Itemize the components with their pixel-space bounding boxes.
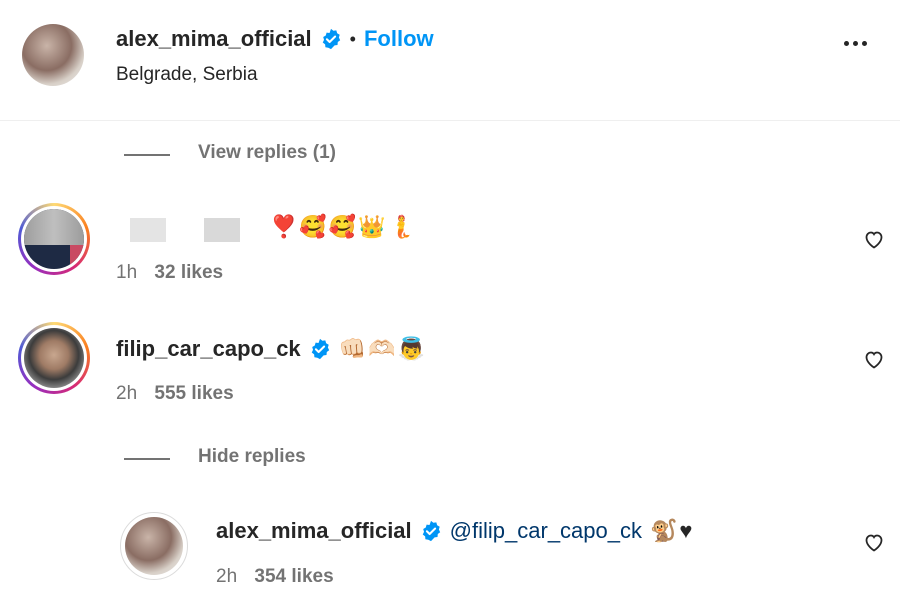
reply-username[interactable]: alex_mima_official [216,518,412,544]
reply-avatar-wrap[interactable] [120,512,188,580]
post-author-avatar[interactable] [22,24,84,86]
hide-replies-button[interactable]: Hide replies [198,446,306,468]
follow-button[interactable]: Follow [364,26,434,52]
reply-time[interactable]: 2h [216,566,237,587]
like-heart-icon[interactable] [862,530,886,554]
comment-likes[interactable]: 555 likes [154,383,233,404]
comment-likes[interactable]: 32 likes [154,262,223,283]
verified-badge-icon [311,338,329,360]
comment-time[interactable]: 1h [116,262,137,283]
more-options-icon[interactable] [844,41,867,46]
commenter-username[interactable]: filip_car_capo_ck [116,336,301,362]
like-heart-icon[interactable] [862,347,886,371]
view-replies-line [124,154,170,156]
post-location[interactable]: Belgrade, Serbia [116,64,258,86]
comment-time[interactable]: 2h [116,383,137,404]
reply-likes[interactable]: 354 likes [254,566,333,587]
redacted-username-part [204,218,240,242]
comment-text: ❣️🥰🥰👑🧜 [270,214,417,239]
like-heart-icon[interactable] [862,227,886,251]
view-replies-button[interactable]: View replies (1) [198,142,336,164]
post-author-username[interactable]: alex_mima_official [116,26,312,52]
commenter-avatar[interactable] [18,322,90,394]
comment-text: 👊🏻🫶🏻👼 [338,336,427,361]
separator-dot: • [349,28,356,49]
reply-mention-link[interactable]: @filip_car_capo_ck [450,518,642,544]
header-divider [0,120,900,121]
reply-text: 🐒♥ [650,518,695,543]
hide-replies-line [124,458,170,460]
redacted-username [130,218,166,242]
verified-badge-icon [422,520,440,542]
verified-badge-icon [322,28,340,50]
commenter-avatar[interactable] [18,203,90,275]
